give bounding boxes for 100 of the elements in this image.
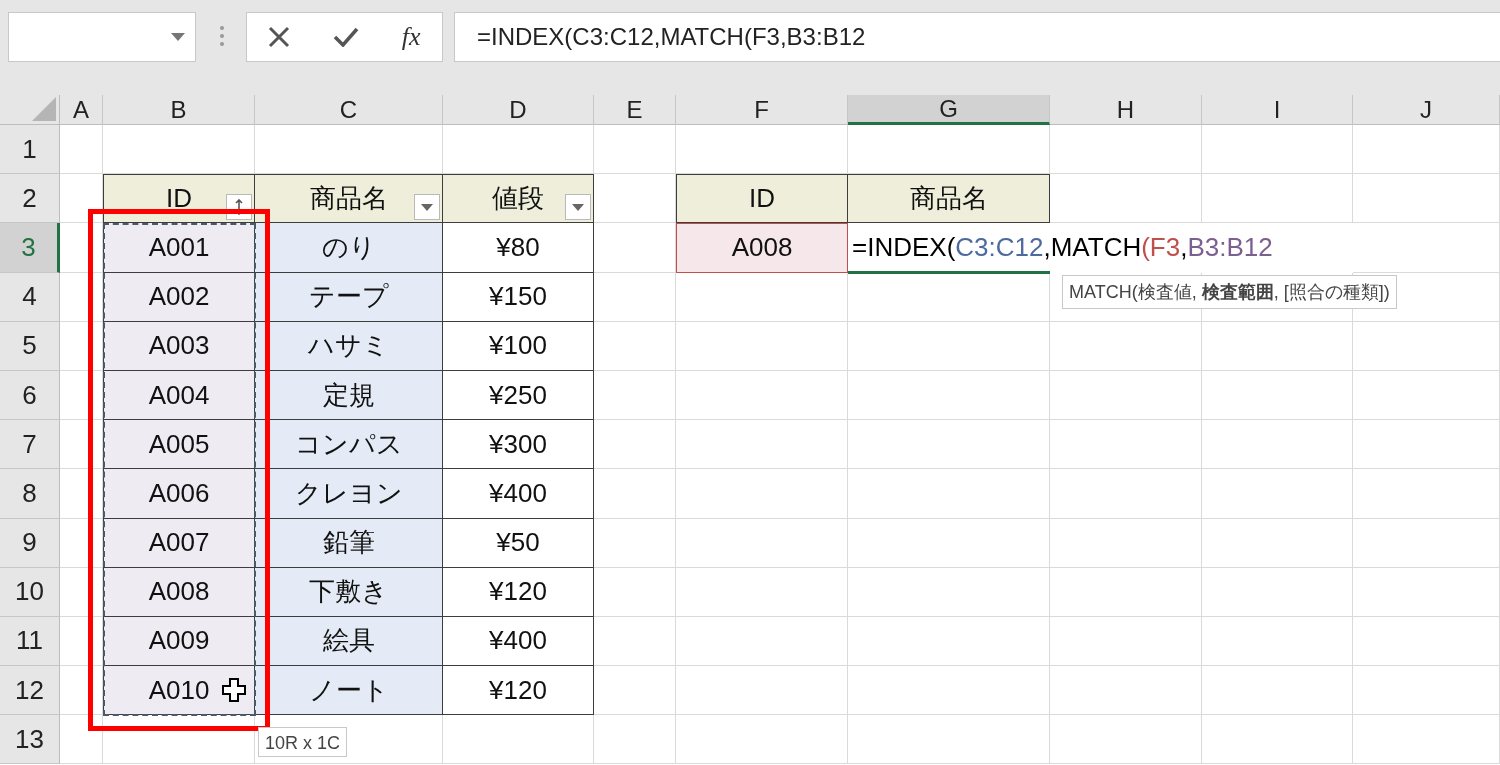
table-cell: ¥50 xyxy=(443,518,594,568)
empty-cell[interactable] xyxy=(1202,666,1353,716)
table-header: 商品名 xyxy=(848,174,1050,224)
table-header: ID xyxy=(676,174,848,224)
row-header[interactable]: 9 xyxy=(0,518,60,568)
table-cell: ハサミ xyxy=(255,321,443,371)
empty-cell[interactable] xyxy=(848,518,1050,568)
table-header: 商品名 xyxy=(255,174,443,224)
empty-cell[interactable] xyxy=(1050,616,1202,667)
table-cell: 鉛筆 xyxy=(255,518,443,568)
grip-icon xyxy=(220,26,224,46)
formula-field[interactable]: =INDEX(C3:C12,MATCH(F3,B3:B12 xyxy=(454,12,1500,62)
empty-cell[interactable] xyxy=(848,715,1050,765)
empty-cell[interactable] xyxy=(1353,321,1500,371)
filter-button[interactable] xyxy=(414,194,440,221)
empty-cell[interactable] xyxy=(848,567,1050,617)
row-header[interactable]: 8 xyxy=(0,469,60,519)
empty-cell[interactable] xyxy=(1050,321,1202,371)
table-cell: ¥100 xyxy=(443,321,594,371)
empty-cell[interactable] xyxy=(1050,469,1202,519)
table-cell: テープ xyxy=(255,272,443,322)
empty-cell[interactable] xyxy=(1353,469,1500,519)
empty-cell[interactable] xyxy=(1353,567,1500,617)
empty-cell[interactable] xyxy=(1202,469,1353,519)
dropdown-arrow-icon xyxy=(572,203,584,211)
empty-cell[interactable] xyxy=(676,518,848,568)
empty-cell[interactable] xyxy=(676,715,848,765)
dropdown-arrow-icon xyxy=(171,33,185,41)
column-header[interactable]: F xyxy=(676,95,848,125)
column-header[interactable]: E xyxy=(594,95,676,125)
empty-cell[interactable] xyxy=(1050,370,1202,421)
column-header[interactable]: J xyxy=(1353,95,1500,125)
row-header[interactable]: 11 xyxy=(0,616,60,667)
function-tooltip: MATCH(検査値, 検査範囲, [照合の種類]) xyxy=(1062,275,1397,309)
empty-cell[interactable] xyxy=(848,616,1050,667)
empty-cell[interactable] xyxy=(848,321,1050,371)
empty-cell[interactable] xyxy=(594,715,676,765)
empty-cell[interactable] xyxy=(1202,616,1353,667)
row-header[interactable]: 1 xyxy=(0,125,60,175)
empty-cell[interactable] xyxy=(676,321,848,371)
empty-cell[interactable] xyxy=(1050,567,1202,617)
column-header[interactable]: D xyxy=(443,95,594,125)
empty-cell[interactable] xyxy=(676,616,848,667)
table-cell: A009 xyxy=(103,616,255,667)
empty-cell[interactable] xyxy=(1353,174,1500,224)
empty-cell[interactable] xyxy=(1353,370,1500,421)
empty-cell[interactable] xyxy=(1050,420,1202,470)
table-cell: ¥300 xyxy=(443,420,594,470)
table-cell: のり xyxy=(255,223,443,273)
empty-cell[interactable] xyxy=(1202,518,1353,568)
empty-cell[interactable] xyxy=(1353,666,1500,716)
empty-cell[interactable] xyxy=(1050,715,1202,765)
empty-cell[interactable] xyxy=(1050,518,1202,568)
empty-cell[interactable] xyxy=(848,469,1050,519)
empty-cell[interactable] xyxy=(1353,715,1500,765)
column-header[interactable]: A xyxy=(60,95,103,125)
empty-cell[interactable] xyxy=(848,420,1050,470)
row-header[interactable]: 7 xyxy=(0,420,60,470)
name-box[interactable] xyxy=(8,12,196,62)
empty-cell[interactable] xyxy=(1050,666,1202,716)
empty-cell[interactable] xyxy=(676,666,848,716)
table-cell: ¥120 xyxy=(443,567,594,617)
row-header[interactable]: 13 xyxy=(0,715,60,765)
empty-cell[interactable] xyxy=(1353,420,1500,470)
column-header[interactable]: H xyxy=(1050,95,1202,125)
empty-cell[interactable] xyxy=(848,666,1050,716)
checkmark-icon[interactable] xyxy=(333,27,360,47)
filter-button[interactable] xyxy=(565,194,591,221)
row-header[interactable]: 6 xyxy=(0,370,60,421)
empty-cell[interactable] xyxy=(1353,518,1500,568)
row-header[interactable]: 3 xyxy=(0,223,60,273)
table-cell: ノート xyxy=(255,666,443,716)
empty-cell[interactable] xyxy=(1353,616,1500,667)
row-header[interactable]: 10 xyxy=(0,567,60,617)
insert-function-button[interactable]: fx xyxy=(401,22,421,52)
table-cell: A006 xyxy=(103,469,255,519)
row-header[interactable]: 5 xyxy=(0,321,60,371)
empty-cell[interactable] xyxy=(676,469,848,519)
column-header[interactable]: B xyxy=(103,95,255,125)
empty-cell[interactable] xyxy=(1202,715,1353,765)
empty-cell[interactable] xyxy=(1202,321,1353,371)
select-all-icon[interactable] xyxy=(32,97,56,121)
column-header[interactable]: I xyxy=(1202,95,1353,125)
empty-cell[interactable] xyxy=(1202,567,1353,617)
table-cell: 絵具 xyxy=(255,616,443,667)
close-icon[interactable] xyxy=(268,26,291,48)
empty-cell[interactable] xyxy=(676,420,848,470)
empty-cell[interactable] xyxy=(1202,370,1353,421)
empty-cell[interactable] xyxy=(1202,420,1353,470)
column-header[interactable]: G xyxy=(848,95,1050,125)
column-header[interactable]: C xyxy=(255,95,443,125)
row-header[interactable]: 2 xyxy=(0,174,60,224)
empty-cell[interactable] xyxy=(676,567,848,617)
table-cell: A008 xyxy=(676,223,848,273)
row-header[interactable]: 4 xyxy=(0,272,60,322)
row-header[interactable]: 12 xyxy=(0,666,60,716)
table-cell: 下敷き xyxy=(255,567,443,617)
empty-cell[interactable] xyxy=(848,370,1050,421)
table-cell: ¥400 xyxy=(443,469,594,519)
empty-cell[interactable] xyxy=(676,370,848,421)
